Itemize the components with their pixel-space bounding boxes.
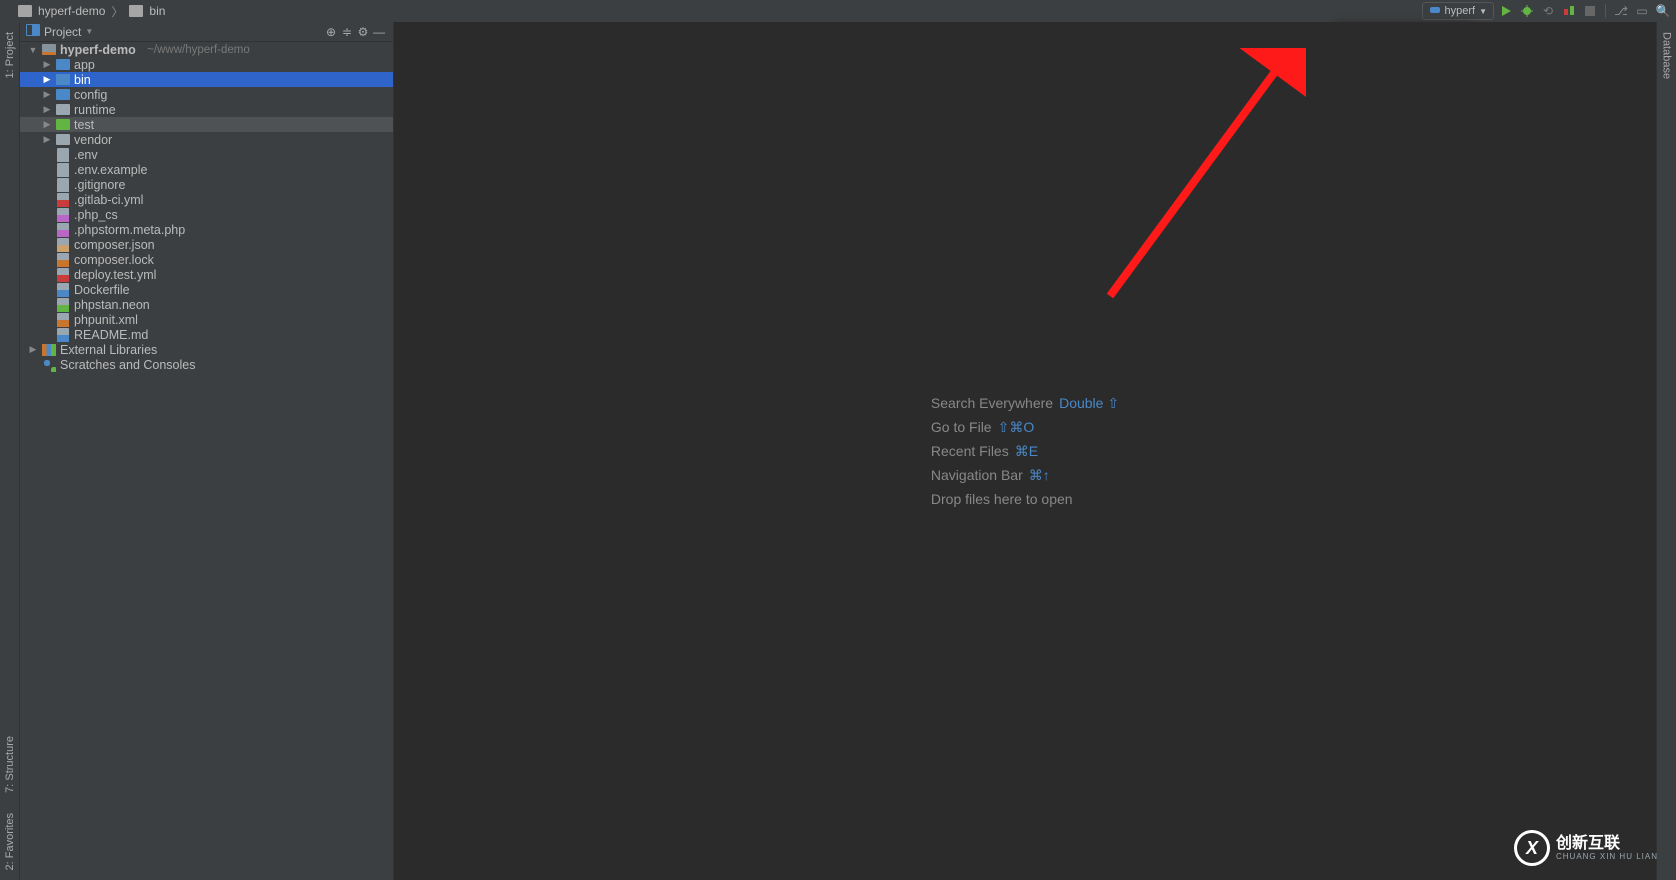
project-tree[interactable]: ▼hyperf-demo ~/www/hyperf-demo ▶app ▶bin… bbox=[20, 42, 393, 880]
expand-all-icon[interactable]: ≑ bbox=[339, 24, 355, 40]
folder-icon bbox=[18, 5, 32, 17]
tree-folder-test[interactable]: ▶test bbox=[20, 117, 393, 132]
tree-file-env-example[interactable]: .env.example bbox=[20, 162, 393, 177]
php-icon bbox=[1429, 4, 1441, 19]
logo-subtext: CHUANG XIN HU LIAN bbox=[1556, 852, 1658, 861]
tree-folder-runtime[interactable]: ▶runtime bbox=[20, 102, 393, 117]
tool-tab-project[interactable]: 1: Project bbox=[1, 22, 19, 88]
project-tool-window: Project ▼ ⊕ ≑ ⚙ — ▼hyperf-demo ~/www/hyp… bbox=[20, 22, 394, 880]
left-tool-strip: 1: Project 7: Structure 2: Favorites bbox=[0, 22, 20, 880]
tree-file-env[interactable]: .env bbox=[20, 147, 393, 162]
hint-recent-label: Recent Files bbox=[931, 443, 1009, 459]
right-tool-strip: Database bbox=[1656, 22, 1676, 880]
tree-folder-vendor[interactable]: ▶vendor bbox=[20, 132, 393, 147]
debug-button[interactable] bbox=[1518, 2, 1536, 20]
project-view-icon bbox=[26, 24, 40, 39]
tree-file-readme[interactable]: README.md bbox=[20, 327, 393, 342]
hint-navbar-label: Navigation Bar bbox=[931, 467, 1023, 483]
hint-gotofile-shortcut: ⇧⌘O bbox=[998, 419, 1035, 435]
logo-mark-icon: X bbox=[1514, 830, 1550, 866]
tree-external-libraries[interactable]: ▶External Libraries bbox=[20, 342, 393, 357]
hint-search-label: Search Everywhere bbox=[931, 395, 1053, 411]
tool-tab-favorites[interactable]: 2: Favorites bbox=[1, 803, 19, 880]
tree-root[interactable]: ▼hyperf-demo ~/www/hyperf-demo bbox=[20, 42, 393, 57]
run-configuration-selector[interactable]: hyperf ▼ bbox=[1422, 2, 1495, 20]
version-control-button[interactable]: ⎇ bbox=[1612, 2, 1630, 20]
editor-hints: Search EverywhereDouble ⇧ Go to File⇧⌘O … bbox=[931, 388, 1119, 514]
chevron-down-icon[interactable]: ▼ bbox=[85, 27, 93, 36]
tree-folder-app[interactable]: ▶app bbox=[20, 57, 393, 72]
hide-panel-icon[interactable]: — bbox=[371, 24, 387, 40]
hint-navbar-shortcut: ⌘↑ bbox=[1029, 467, 1050, 483]
tree-file-composer-lock[interactable]: composer.lock bbox=[20, 252, 393, 267]
tree-file-phpstorm-meta[interactable]: .phpstorm.meta.php bbox=[20, 222, 393, 237]
tool-tab-database[interactable]: Database bbox=[1658, 22, 1676, 89]
breadcrumb-current[interactable]: bin bbox=[149, 4, 165, 18]
toolbar-divider bbox=[1605, 4, 1606, 18]
run-coverage-button[interactable]: ⟲ bbox=[1539, 2, 1557, 20]
folder-icon bbox=[129, 5, 143, 17]
tree-file-phpstan-neon[interactable]: phpstan.neon bbox=[20, 297, 393, 312]
attach-debugger-button[interactable] bbox=[1560, 2, 1578, 20]
project-panel-header: Project ▼ ⊕ ≑ ⚙ — bbox=[20, 22, 393, 42]
chevron-down-icon: ▼ bbox=[1479, 7, 1487, 16]
ide-settings-button[interactable]: ▭ bbox=[1633, 2, 1651, 20]
project-panel-title[interactable]: Project bbox=[44, 25, 81, 39]
watermark-logo: X 创新互联 CHUANG XIN HU LIAN bbox=[1514, 830, 1658, 866]
tree-scratches[interactable]: Scratches and Consoles bbox=[20, 357, 393, 372]
tree-file-deploy-test[interactable]: deploy.test.yml bbox=[20, 267, 393, 282]
run-config-name: hyperf bbox=[1445, 5, 1476, 17]
stop-button bbox=[1581, 2, 1599, 20]
run-button[interactable] bbox=[1497, 2, 1515, 20]
hint-recent-shortcut: ⌘E bbox=[1015, 443, 1038, 459]
tree-file-phpunit-xml[interactable]: phpunit.xml bbox=[20, 312, 393, 327]
tree-file-dockerfile[interactable]: Dockerfile bbox=[20, 282, 393, 297]
logo-text: 创新互联 bbox=[1556, 836, 1658, 852]
tree-file-gitignore[interactable]: .gitignore bbox=[20, 177, 393, 192]
tree-folder-bin[interactable]: ▶bin bbox=[20, 72, 393, 87]
tool-tab-structure[interactable]: 7: Structure bbox=[1, 726, 19, 803]
hint-gotofile-label: Go to File bbox=[931, 419, 992, 435]
hint-dropfiles-label: Drop files here to open bbox=[931, 491, 1073, 507]
tree-file-gitlab-ci[interactable]: .gitlab-ci.yml bbox=[20, 192, 393, 207]
breadcrumb-root[interactable]: hyperf-demo bbox=[38, 4, 105, 18]
toolbar-right: hyperf ▼ ⟲ ⎇ ▭ 🔍 bbox=[1422, 0, 1673, 22]
breadcrumb-separator: 〉 bbox=[111, 3, 123, 20]
hint-search-shortcut: Double ⇧ bbox=[1059, 395, 1119, 411]
select-opened-file-icon[interactable]: ⊕ bbox=[323, 24, 339, 40]
gear-icon[interactable]: ⚙ bbox=[355, 24, 371, 40]
tree-file-composer-json[interactable]: composer.json bbox=[20, 237, 393, 252]
tree-file-php-cs[interactable]: .php_cs bbox=[20, 207, 393, 222]
search-everywhere-button[interactable]: 🔍 bbox=[1654, 2, 1672, 20]
editor-placeholder[interactable]: Search EverywhereDouble ⇧ Go to File⇧⌘O … bbox=[394, 22, 1656, 880]
navigation-bar: hyperf-demo 〉 bin hyperf ▼ ⟲ ⎇ ▭ 🔍 bbox=[0, 0, 1676, 22]
tree-folder-config[interactable]: ▶config bbox=[20, 87, 393, 102]
